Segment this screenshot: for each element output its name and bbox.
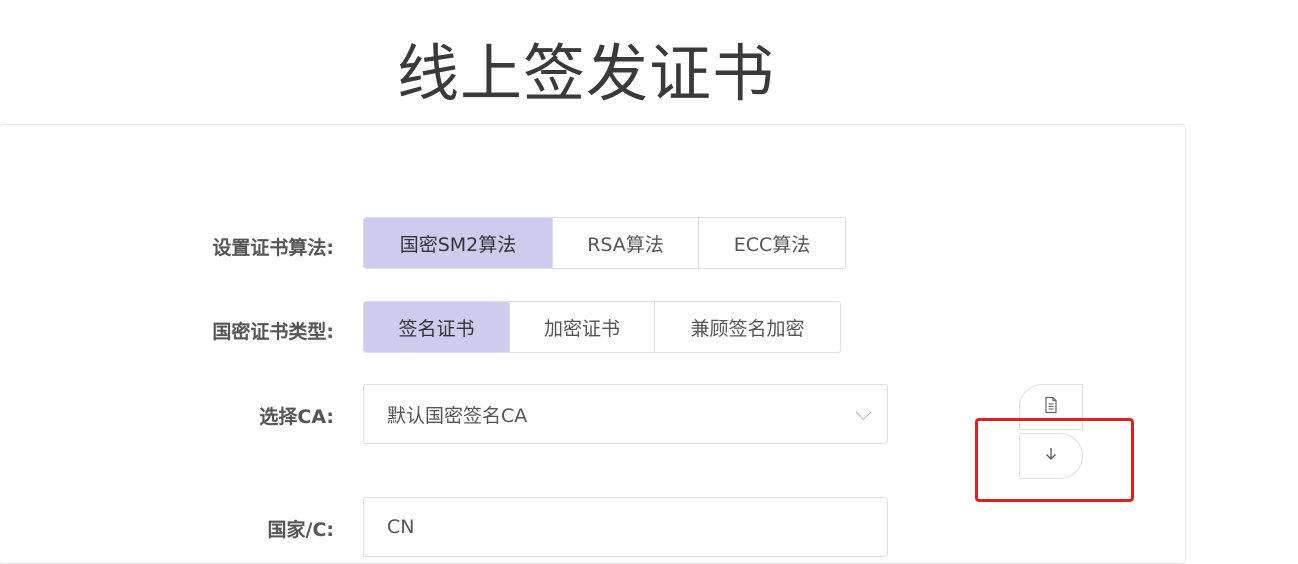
cert-type-option-sign[interactable]: 签名证书 xyxy=(364,302,510,352)
country-label: 国家/C: xyxy=(267,519,334,541)
algorithm-segmented-control: 国密SM2算法 RSA算法 ECC算法 xyxy=(363,217,846,269)
cert-type-option-both[interactable]: 兼顾签名加密 xyxy=(655,302,840,352)
algorithm-option-ecc[interactable]: ECC算法 xyxy=(699,218,845,268)
cert-type-label: 国密证书类型: xyxy=(212,321,334,343)
country-input-value: CN xyxy=(387,516,415,538)
ca-label: 选择CA: xyxy=(259,406,334,428)
cert-type-option-encrypt[interactable]: 加密证书 xyxy=(510,302,655,352)
ca-select-value: 默认国密签名CA xyxy=(387,404,528,427)
chevron-down-icon xyxy=(855,404,872,421)
country-input[interactable]: CN xyxy=(363,497,888,557)
algorithm-option-sm2[interactable]: 国密SM2算法 xyxy=(364,218,553,268)
page-title: 线上签发证书 xyxy=(396,37,775,110)
algorithm-label: 设置证书算法: xyxy=(212,237,334,259)
algorithm-option-rsa[interactable]: RSA算法 xyxy=(553,218,699,268)
cert-type-segmented-control: 签名证书 加密证书 兼顾签名加密 xyxy=(363,301,841,353)
document-icon xyxy=(1043,396,1059,418)
highlight-box xyxy=(975,418,1134,502)
ca-select[interactable]: 默认国密签名CA xyxy=(363,384,888,444)
